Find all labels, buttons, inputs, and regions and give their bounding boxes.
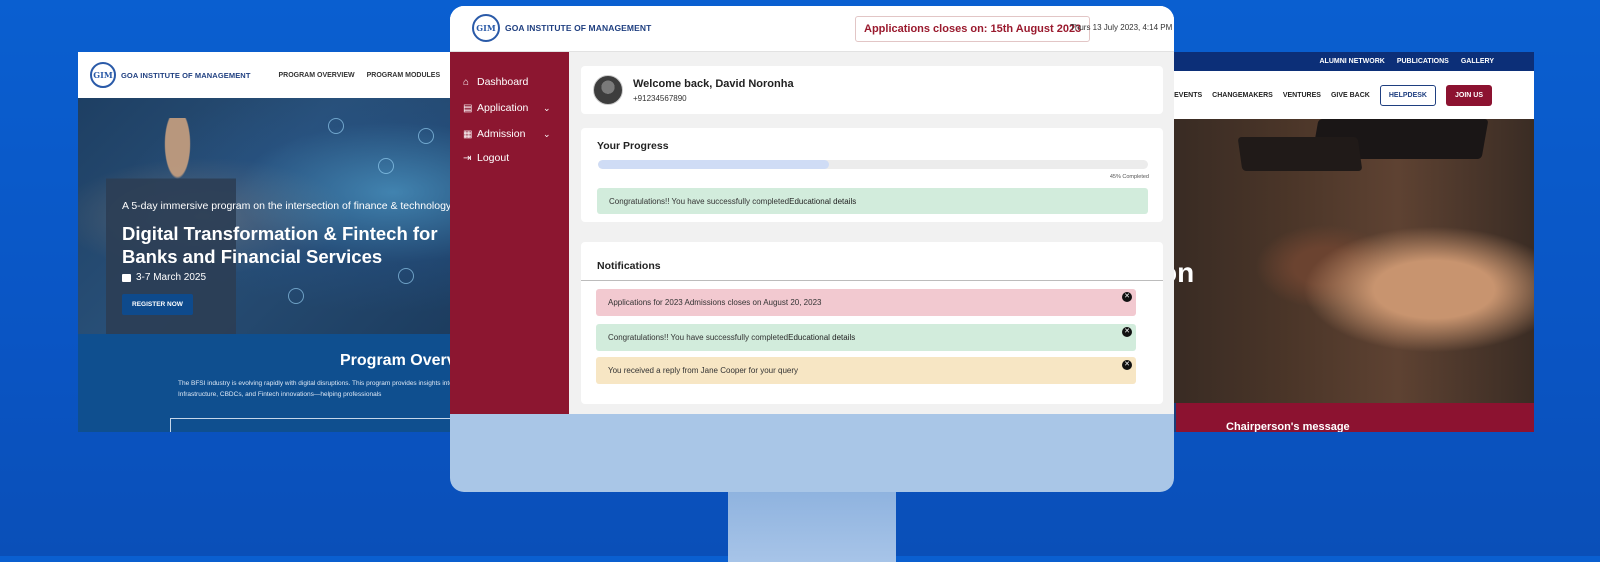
close-icon[interactable]: ✕ bbox=[1122, 292, 1132, 302]
hero-date: 3-7 March 2025 bbox=[122, 272, 206, 283]
left-hero-banner: A 5-day immersive program on the interse… bbox=[78, 98, 498, 334]
network-node-icon bbox=[398, 268, 414, 284]
nav-program-overview[interactable]: PROGRAM OVERVIEW bbox=[279, 72, 355, 79]
nav-changemakers[interactable]: CHANGEMAKERS bbox=[1212, 92, 1273, 99]
calendar-icon bbox=[122, 273, 131, 282]
monitor-frame: GIM GOA INSTITUTE OF MANAGEMENT Applicat… bbox=[450, 6, 1174, 492]
progress-message-strong: Educational details bbox=[789, 196, 857, 206]
dashboard-screen: GIM GOA INSTITUTE OF MANAGEMENT Applicat… bbox=[450, 6, 1174, 414]
progress-bar-fill bbox=[598, 160, 829, 169]
sidebar-item-logout[interactable]: ⇥ Logout bbox=[463, 152, 509, 164]
nav-program-modules[interactable]: PROGRAM MODULES bbox=[367, 72, 441, 79]
notification-strong: Educational details bbox=[788, 333, 856, 342]
network-node-icon bbox=[378, 158, 394, 174]
chevron-down-icon: ⌄ bbox=[543, 102, 551, 113]
progress-bar bbox=[598, 160, 1148, 169]
chairperson-message-block[interactable]: Chairperson's message bbox=[1176, 403, 1534, 432]
progress-card: Your Progress 45% Completed Congratulati… bbox=[581, 128, 1163, 222]
welcome-card: Welcome back, David Noronha +91234567890 bbox=[581, 66, 1163, 114]
notifications-card: Notifications Applications for 2023 Admi… bbox=[581, 242, 1163, 404]
helpdesk-button[interactable]: HELPDESK bbox=[1379, 84, 1436, 106]
sidebar-item-dashboard[interactable]: ⌂ Dashboard bbox=[463, 76, 528, 88]
dashboard-logo[interactable]: GIM GOA INSTITUTE OF MANAGEMENT bbox=[472, 14, 651, 42]
close-icon[interactable]: ✕ bbox=[1122, 327, 1132, 337]
current-datetime: Thurs 13 July 2023, 4:14 PM bbox=[1070, 23, 1173, 32]
chairperson-message-label: Chairperson's message bbox=[1226, 421, 1350, 432]
monitor-stand bbox=[728, 492, 896, 562]
dashboard-header: GIM GOA INSTITUTE OF MANAGEMENT Applicat… bbox=[450, 6, 1174, 52]
hero-date-text: 3-7 March 2025 bbox=[136, 272, 207, 283]
logo-text: GOA INSTITUTE OF MANAGEMENT bbox=[505, 23, 652, 33]
notification-item: Applications for 2023 Admissions closes … bbox=[596, 289, 1136, 316]
nav-give-back[interactable]: GIVE BACK bbox=[1331, 92, 1370, 99]
program-overview-section: Program Overview The BFSI industry is ev… bbox=[78, 334, 498, 432]
school-icon: ▦ bbox=[463, 128, 473, 140]
application-deadline-badge: Applications closes on: 15th August 2023 bbox=[855, 16, 1091, 42]
overview-box bbox=[170, 418, 498, 432]
hero-title: Digital Transformation & Fintech for Ban… bbox=[122, 223, 438, 267]
welcome-name: Welcome back, David Noronha bbox=[633, 78, 794, 90]
close-icon[interactable]: ✕ bbox=[1122, 360, 1132, 370]
dashboard-sidebar: ⌂ Dashboard ▤ Application ⌄ ▦ Admission … bbox=[450, 52, 569, 414]
hero-subtitle: A 5-day immersive program on the interse… bbox=[122, 200, 452, 212]
progress-message-text: Congratulations!! You have successfully … bbox=[609, 196, 790, 206]
left-site-logo[interactable]: GIM GOA INSTITUTE OF MANAGEMENT bbox=[90, 62, 251, 88]
sidebar-item-admission[interactable]: ▦ Admission ⌄ bbox=[463, 128, 551, 140]
join-us-button[interactable]: JOIN US bbox=[1445, 84, 1492, 106]
notification-item: You received a reply from Jane Cooper fo… bbox=[596, 357, 1136, 384]
network-node-icon bbox=[418, 128, 434, 144]
avatar[interactable] bbox=[593, 75, 623, 105]
nav-ventures[interactable]: VENTURES bbox=[1283, 92, 1321, 99]
sidebar-item-label: Admission bbox=[477, 128, 526, 140]
logo-emblem-icon: GIM bbox=[472, 14, 500, 42]
progress-percentage: 45% Completed bbox=[1109, 174, 1149, 180]
link-gallery[interactable]: GALLERY bbox=[1461, 58, 1494, 65]
sidebar-item-label: Logout bbox=[477, 152, 510, 164]
sidebar-item-label: Dashboard bbox=[477, 76, 529, 88]
progress-success-message: Congratulations!! You have successfully … bbox=[597, 188, 1148, 214]
link-alumni-network[interactable]: ALUMNI NETWORK bbox=[1320, 58, 1385, 65]
notification-text: Applications for 2023 Admissions closes … bbox=[608, 298, 822, 307]
register-now-button[interactable]: REGISTER NOW bbox=[122, 294, 193, 315]
notifications-title: Notifications bbox=[597, 260, 661, 272]
user-phone: +91234567890 bbox=[633, 94, 687, 103]
divider bbox=[581, 280, 1163, 281]
logo-emblem-icon: GIM bbox=[90, 62, 116, 88]
link-publications[interactable]: PUBLICATIONS bbox=[1397, 58, 1449, 65]
left-site-nav: PROGRAM OVERVIEW PROGRAM MODULES bbox=[279, 72, 441, 79]
chevron-down-icon: ⌄ bbox=[543, 128, 551, 139]
logout-icon: ⇥ bbox=[463, 152, 472, 164]
graduation-cap-shape bbox=[1237, 137, 1363, 171]
progress-title: Your Progress bbox=[597, 140, 669, 152]
notification-item: Congratulations!! You have successfully … bbox=[596, 324, 1136, 351]
sidebar-item-label: Application bbox=[477, 102, 529, 114]
left-website-window: GIM GOA INSTITUTE OF MANAGEMENT PROGRAM … bbox=[78, 52, 498, 432]
network-node-icon bbox=[288, 288, 304, 304]
left-site-header: GIM GOA INSTITUTE OF MANAGEMENT PROGRAM … bbox=[78, 52, 498, 98]
notification-text: You received a reply from Jane Cooper fo… bbox=[608, 366, 799, 375]
network-node-icon bbox=[328, 118, 344, 134]
notification-text: Congratulations!! You have successfully … bbox=[608, 333, 789, 342]
nav-events[interactable]: EVENTS bbox=[1174, 92, 1202, 99]
document-icon: ▤ bbox=[463, 102, 473, 114]
home-icon: ⌂ bbox=[463, 76, 470, 88]
sidebar-item-application[interactable]: ▤ Application ⌄ bbox=[463, 102, 551, 114]
logo-text: GOA INSTITUTE OF MANAGEMENT bbox=[121, 70, 251, 80]
